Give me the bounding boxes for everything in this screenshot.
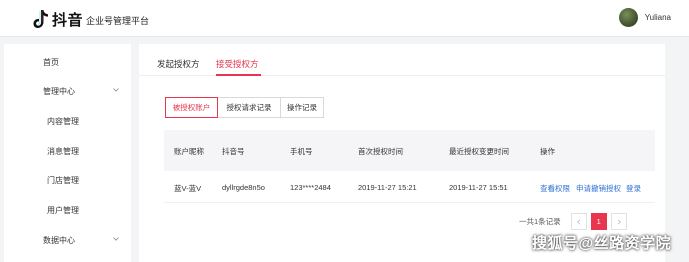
logo[interactable]: 抖音 企业号管理平台: [33, 9, 149, 29]
sidebar-item-label: 数据中心: [43, 236, 75, 245]
main-panel: 发起授权方 接受授权方 被授权账户 授权请求记录 操作记录 账户昵称 抖音号 手…: [139, 44, 665, 262]
sidebar-item-label: 内容管理: [47, 117, 79, 126]
login-link[interactable]: 登录: [626, 183, 641, 194]
tab-bar: 发起授权方 接受授权方: [139, 44, 665, 76]
next-page-button[interactable]: [610, 213, 627, 230]
brand-subtitle: 企业号管理平台: [86, 16, 150, 26]
chevron-down-icon: [113, 88, 119, 92]
sidebar-item-label: 首页: [43, 58, 59, 67]
column-header: 首次授权时间: [358, 147, 403, 156]
sidebar-item-messages[interactable]: 消息管理: [4, 141, 131, 161]
column-header: 手机号: [290, 147, 313, 156]
column-header: 操作: [540, 147, 555, 156]
avatar[interactable]: [618, 8, 638, 27]
prev-page-button[interactable]: [570, 213, 587, 230]
revoke-authorization-link[interactable]: 申请撤销授权: [576, 183, 621, 194]
column-header: 账户昵称: [174, 147, 204, 156]
table-header: 账户昵称 抖音号 手机号 首次授权时间 最近授权变更时间 操作: [164, 130, 655, 171]
cell-nickname: 蓝V-蓝V: [174, 184, 202, 193]
pagination-total: 一共1条记录: [519, 217, 561, 226]
column-header: 最近授权变更时间: [449, 147, 509, 156]
sidebar-item-users[interactable]: 用户管理: [4, 200, 131, 220]
cell-last-change-time: 2019-11-27 15:51: [449, 183, 508, 192]
top-header: 抖音 企业号管理平台 Yuliana: [0, 0, 689, 37]
sidebar-item-management[interactable]: 管理中心: [4, 81, 131, 101]
douyin-note-icon: [33, 10, 48, 28]
username: Yuliana: [644, 13, 671, 22]
segmented-control: 被授权账户 授权请求记录 操作记录: [165, 97, 324, 118]
tab-initiator[interactable]: 发起授权方: [157, 58, 200, 70]
cell-phone: 123****2484: [290, 183, 331, 192]
sidebar-item-label: 管理中心: [43, 87, 75, 96]
sidebar-item-label: 用户管理: [47, 206, 79, 215]
user-menu[interactable]: Yuliana: [618, 8, 671, 27]
cell-first-auth-time: 2019-11-27 15:21: [358, 183, 417, 192]
sidebar-item-label: 门店管理: [47, 176, 79, 185]
watermark: 搜狐号@丝路资学院: [532, 235, 672, 252]
pagination: 一共1条记录 1: [519, 213, 627, 230]
sidebar-item-label: 消息管理: [47, 147, 79, 156]
chevron-left-icon: [576, 219, 580, 224]
chevron-down-icon: [113, 237, 119, 241]
column-header: 抖音号: [222, 147, 245, 156]
sidebar: 首页 管理中心 内容管理 消息管理 门店管理 用户管理 数据中心: [4, 44, 131, 262]
segment-operation-records[interactable]: 操作记录: [280, 97, 324, 118]
view-permissions-link[interactable]: 查看权限: [540, 183, 570, 194]
brand-name: 抖音: [52, 11, 84, 29]
sidebar-item-home[interactable]: 首页: [4, 52, 131, 72]
table-row: 蓝V-蓝V dyllrgde8n5o 123****2484 2019-11-2…: [164, 171, 655, 203]
segment-request-records[interactable]: 授权请求记录: [217, 97, 281, 118]
sidebar-item-content[interactable]: 内容管理: [4, 111, 131, 131]
segment-authorized-accounts[interactable]: 被授权账户: [165, 97, 218, 118]
cell-douyin-id: dyllrgde8n5o: [222, 183, 265, 192]
sidebar-item-data-center[interactable]: 数据中心: [4, 230, 131, 250]
chevron-right-icon: [617, 219, 621, 224]
active-tab-indicator: [216, 74, 261, 76]
sidebar-item-stores[interactable]: 门店管理: [4, 170, 131, 190]
tab-receiver[interactable]: 接受授权方: [216, 58, 259, 70]
page-button-current[interactable]: 1: [590, 213, 607, 230]
